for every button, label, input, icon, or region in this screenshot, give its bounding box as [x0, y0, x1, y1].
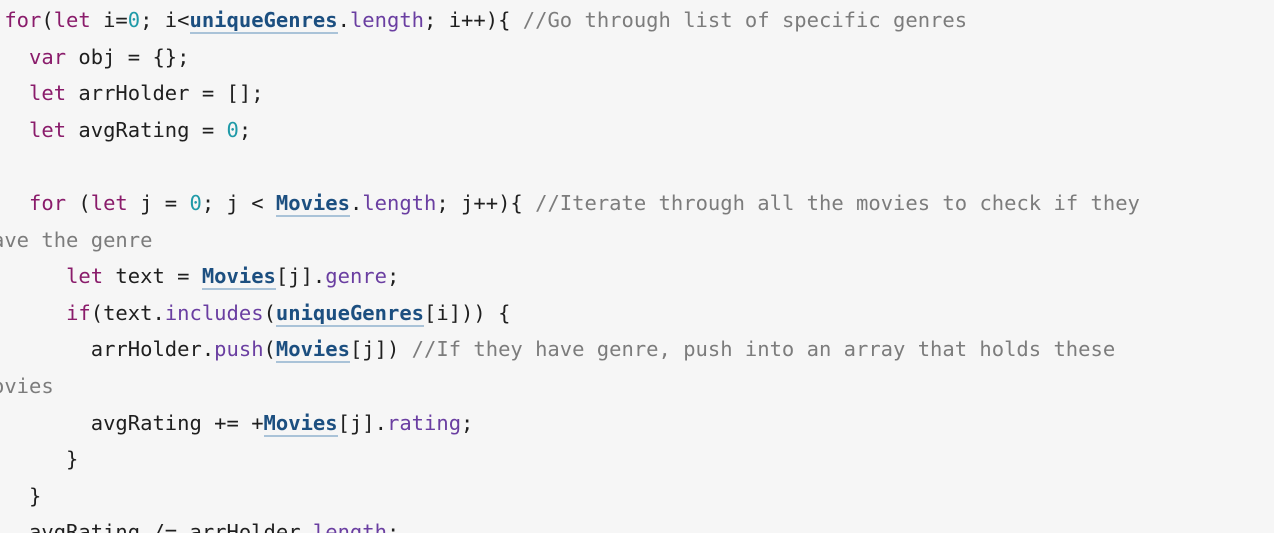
code-line: }: [0, 478, 41, 515]
code-comment: ovies: [0, 374, 54, 398]
code-identifier-link[interactable]: Movies: [275, 191, 350, 217]
code-token: }: [0, 447, 79, 472]
code-token: .: [349, 191, 363, 215]
code-token: if: [66, 300, 91, 325]
code-token: ;: [387, 264, 400, 289]
code-token: 0: [127, 8, 141, 32]
code-comment: //If they have genre, push into an array…: [411, 337, 1116, 362]
code-identifier-link[interactable]: Movies: [263, 410, 338, 437]
code-token: rating: [386, 410, 462, 435]
code-token: ; i<: [140, 8, 190, 32]
code-line: ovies: [0, 368, 54, 405]
code-block: for(let i=0; i<uniqueGenres.length; i++)…: [0, 0, 1274, 533]
code-token: text =: [103, 264, 202, 289]
code-comment: //Iterate through all the movies to chec…: [535, 191, 1140, 215]
code-token: let: [29, 81, 67, 106]
code-line: }: [0, 441, 78, 478]
code-token: [i])) {: [424, 300, 511, 325]
code-token: ;: [238, 117, 252, 142]
code-line: let arrHolder = [];: [0, 75, 264, 112]
code-token: for: [4, 8, 42, 32]
code-line: var obj = {};: [0, 39, 189, 76]
code-line: let text = Movies[j].genre;: [0, 258, 399, 295]
code-token: }: [29, 483, 42, 508]
code-token: obj = {};: [66, 44, 190, 69]
code-line: avgRating += +Movies[j].rating;: [0, 405, 473, 442]
code-token: avgRating += +: [90, 410, 264, 435]
code-line: for(let i=0; i<uniqueGenres.length; i++)…: [0, 2, 967, 39]
code-token: ; j <: [201, 191, 276, 215]
code-token: genre: [325, 264, 387, 289]
code-token: length: [312, 520, 387, 533]
code-line: arrHolder.push(Movies[j]) //If they have…: [0, 331, 1115, 368]
code-token: avgRating /= arrHolder.: [0, 520, 313, 533]
code-token: let: [53, 8, 91, 32]
code-line: let avgRating = 0;: [0, 112, 251, 149]
code-token: 0: [226, 117, 239, 142]
code-token: [j].: [337, 410, 387, 435]
code-token: (text.: [90, 300, 165, 325]
code-token: ;: [461, 410, 474, 435]
code-comment: ave the genre: [0, 227, 153, 252]
code-line: avgRating /= arrHolder.length;: [0, 514, 399, 533]
code-token: ; i++){: [424, 8, 523, 32]
code-token: .: [337, 8, 350, 32]
code-token: (: [263, 337, 276, 362]
code-comment: //Go through list of specific genres: [522, 8, 968, 32]
code-token: length: [362, 191, 437, 215]
code-token: (: [41, 8, 54, 32]
code-token: let: [66, 264, 104, 289]
code-token: length: [349, 8, 425, 32]
code-token: [j]): [349, 337, 412, 362]
code-token: (: [66, 191, 91, 215]
code-token: avgRating =: [66, 117, 227, 142]
code-token: let: [90, 191, 128, 215]
code-token: var: [29, 44, 67, 69]
code-line: for (let j = 0; j < Movies.length; j++){…: [0, 185, 1140, 222]
code-identifier-link[interactable]: Movies: [275, 337, 350, 364]
code-line: ave the genre: [0, 222, 152, 259]
code-token: arrHolder.: [90, 337, 215, 362]
code-token: includes: [164, 300, 264, 325]
code-token: arrHolder = [];: [66, 81, 264, 106]
code-token: 0: [189, 191, 202, 215]
code-line: if(text.includes(uniqueGenres[i])) {: [0, 295, 510, 332]
code-token: (: [263, 300, 276, 325]
code-token: let: [29, 117, 67, 142]
code-token: push: [214, 337, 264, 362]
code-token: ; j++){: [436, 191, 536, 215]
code-token: i=: [90, 8, 128, 32]
code-token: [j].: [275, 264, 326, 289]
code-identifier-link[interactable]: uniqueGenres: [275, 300, 425, 327]
code-identifier-link[interactable]: uniqueGenres: [189, 8, 338, 34]
code-token: for: [29, 191, 67, 215]
code-token: ;: [386, 520, 400, 533]
code-identifier-link[interactable]: Movies: [201, 264, 276, 291]
code-token: j =: [127, 191, 190, 215]
